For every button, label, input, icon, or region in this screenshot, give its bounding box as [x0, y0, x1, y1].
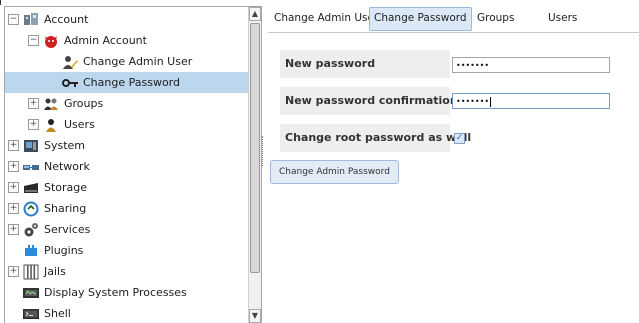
tree-item-label: Change Admin User — [83, 55, 193, 68]
change-admin-password-button[interactable]: Change Admin Password — [270, 160, 399, 184]
tree-item-label: Network — [44, 160, 90, 173]
tree-item-change-admin-user[interactable]: Change Admin User — [5, 51, 261, 72]
user-edit-icon — [62, 54, 78, 70]
tree-item-display-system-processes[interactable]: Display System Processes — [5, 282, 261, 303]
tree-item-network[interactable]: + Network — [5, 156, 248, 177]
tree-item-label: Admin Account — [64, 34, 147, 47]
jails-icon — [23, 264, 39, 280]
shell-icon — [23, 306, 39, 322]
tree-item-storage[interactable]: + Storage — [5, 177, 248, 198]
tab-users[interactable]: Users — [544, 7, 581, 29]
panel-splitter[interactable] — [262, 136, 266, 166]
tree-item-jails[interactable]: + Jails — [5, 261, 248, 282]
processes-icon — [23, 285, 39, 301]
tree-item-admin-account[interactable]: − Admin Account — [5, 30, 261, 51]
scroll-down-icon[interactable]: ▼ — [249, 309, 261, 323]
navigation-tree: − Account − Admin Account Change Admin U… — [4, 6, 262, 323]
confirm-password-input[interactable]: ••••••• — [452, 93, 610, 109]
scroll-up-icon[interactable]: ▲ — [249, 7, 261, 21]
tree-item-label: Plugins — [44, 244, 84, 257]
collapse-icon[interactable]: − — [28, 35, 39, 46]
sharing-icon — [23, 201, 39, 217]
tree-item-label: Account — [44, 13, 89, 26]
tab-bar: Change Admin User Change Password Groups… — [268, 6, 639, 33]
confirm-password-value: ••••••• — [456, 97, 490, 106]
tab-groups[interactable]: Groups — [473, 7, 518, 29]
tree-item-label: Jails — [44, 265, 66, 278]
tree-item-label: Sharing — [44, 202, 87, 215]
tree-item-label: Shell — [44, 307, 71, 320]
expand-icon[interactable]: + — [8, 203, 19, 214]
expand-icon[interactable]: + — [8, 161, 19, 172]
tree-item-services[interactable]: + Services — [5, 219, 248, 240]
expand-icon[interactable]: + — [8, 266, 19, 277]
root-password-checkbox[interactable]: ✓ — [454, 133, 465, 144]
group-icon — [43, 96, 59, 112]
key-icon — [62, 75, 78, 91]
tree-item-shell[interactable]: Shell — [5, 303, 261, 323]
expand-icon[interactable]: + — [8, 140, 19, 151]
tree-item-label: Groups — [64, 97, 104, 110]
services-icon — [23, 222, 39, 238]
tree-item-label: Storage — [44, 181, 88, 194]
top-edge-marker — [0, 0, 1, 5]
user-icon — [43, 117, 59, 133]
text-caret — [490, 96, 492, 107]
admin-devil-icon — [43, 33, 59, 49]
collapse-icon[interactable]: − — [8, 14, 19, 25]
new-password-row: New password — [280, 50, 450, 78]
tree-scrollbar[interactable]: ▲ ▼ — [248, 7, 261, 323]
storage-icon — [23, 180, 39, 196]
tree-item-label: System — [44, 139, 86, 152]
confirm-password-label: New password confirmation — [285, 94, 458, 107]
scrollbar-thumb[interactable] — [250, 23, 260, 273]
new-password-input[interactable]: ••••••• — [452, 57, 610, 73]
expand-icon[interactable]: + — [28, 119, 39, 130]
plugins-icon — [23, 243, 39, 259]
tree-item-label: Display System Processes — [44, 286, 187, 299]
tree-item-label: Users — [64, 118, 95, 131]
tab-change-admin-user[interactable]: Change Admin User — [270, 7, 382, 29]
tree-item-label: Change Password — [83, 76, 180, 89]
expand-icon[interactable]: + — [8, 224, 19, 235]
root-password-row: Change root password as well — [280, 124, 471, 152]
tree-item-groups[interactable]: + Groups — [5, 93, 261, 114]
tree-item-system[interactable]: + System — [5, 135, 248, 156]
system-icon — [23, 138, 39, 154]
expand-icon[interactable]: + — [28, 98, 39, 109]
network-icon — [23, 159, 39, 175]
tree-item-account[interactable]: − Account — [5, 9, 248, 30]
expand-icon[interactable]: + — [8, 182, 19, 193]
tree-item-sharing[interactable]: + Sharing — [5, 198, 248, 219]
tab-change-password[interactable]: Change Password — [369, 7, 472, 31]
new-password-label: New password — [285, 57, 376, 70]
tree-item-label: Services — [44, 223, 91, 236]
tree-item-plugins[interactable]: Plugins — [5, 240, 261, 261]
users-group-icon — [23, 12, 39, 28]
root-password-label: Change root password as well — [285, 131, 472, 144]
confirm-password-row: New password confirmation — [280, 87, 458, 115]
tree-item-change-password[interactable]: Change Password — [5, 72, 261, 93]
tree-item-users[interactable]: + Users — [5, 114, 261, 135]
